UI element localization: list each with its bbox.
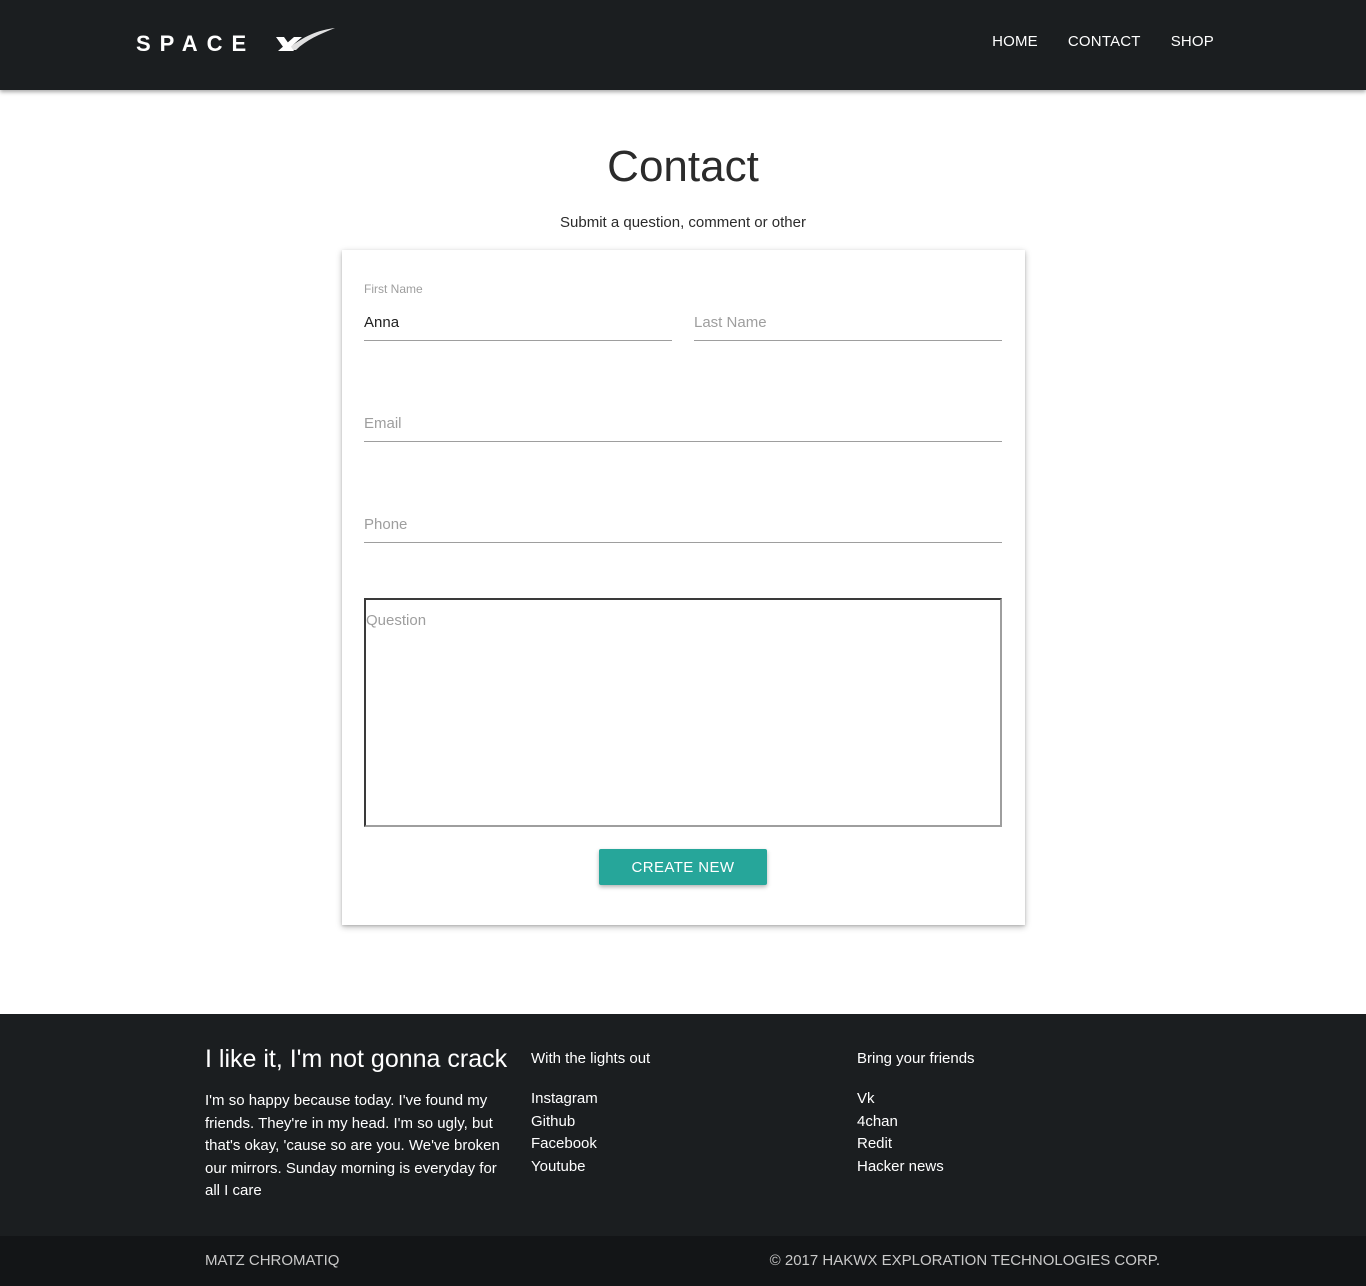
nav-shop[interactable]: SHOP xyxy=(1171,32,1214,52)
page-title: Contact xyxy=(607,142,759,191)
footer-social-links: Instagram Github Facebook Youtube xyxy=(531,1088,831,1178)
footer-copyright: © 2017 HAKWX EXPLORATION TECHNOLOGIES CO… xyxy=(769,1252,1160,1269)
main-nav: HOME CONTACT SHOP xyxy=(992,32,1214,52)
nav-contact[interactable]: CONTACT xyxy=(1068,32,1141,52)
footer-link-hacker-news[interactable]: Hacker news xyxy=(857,1158,944,1175)
spacex-logo[interactable]: SPACE xyxy=(136,26,336,56)
email-field xyxy=(364,383,1002,443)
last-name-input[interactable] xyxy=(694,304,1002,341)
footer-link-github[interactable]: Github xyxy=(531,1113,575,1130)
footer-author: MATZ CHROMATIQ xyxy=(205,1252,340,1269)
footer: I like it, I'm not gonna crack I'm so ha… xyxy=(0,1014,1366,1236)
first-name-input[interactable] xyxy=(364,304,672,341)
footer-link-facebook[interactable]: Facebook xyxy=(531,1135,597,1152)
first-name-field: First Name xyxy=(364,282,672,342)
spacex-logo-icon: SPACE xyxy=(136,28,335,56)
nav-home[interactable]: HOME xyxy=(992,32,1038,52)
footer-link-4chan[interactable]: 4chan xyxy=(857,1113,898,1130)
footer-copyright-bar: MATZ CHROMATIQ © 2017 HAKWX EXPLORATION … xyxy=(0,1236,1366,1286)
last-name-field xyxy=(694,282,1002,342)
footer-friends-heading: Bring your friends xyxy=(857,1050,975,1067)
footer-link-vk[interactable]: Vk xyxy=(857,1090,875,1107)
top-navbar: SPACE HOME CONTACT SHOP xyxy=(0,0,1366,90)
footer-link-instagram[interactable]: Instagram xyxy=(531,1090,598,1107)
question-textarea[interactable] xyxy=(364,598,1002,827)
page-subtitle: Submit a question, comment or other xyxy=(560,214,806,231)
footer-about-heading: I like it, I'm not gonna crack xyxy=(205,1045,508,1073)
question-field xyxy=(364,598,1002,827)
footer-column-about: I like it, I'm not gonna crack I'm so ha… xyxy=(205,1044,510,1203)
footer-column-friends: Bring your friends Vk 4chan Redit Hacker… xyxy=(857,1044,1157,1178)
email-input[interactable] xyxy=(364,405,1002,442)
contact-form-card: First Name CREATE NEW xyxy=(342,250,1025,925)
footer-friends-links: Vk 4chan Redit Hacker news xyxy=(857,1088,1157,1178)
footer-about-text: I'm so happy because today. I've found m… xyxy=(205,1092,500,1199)
svg-text:SPACE: SPACE xyxy=(136,31,255,54)
footer-link-youtube[interactable]: Youtube xyxy=(531,1158,586,1175)
create-new-button[interactable]: CREATE NEW xyxy=(599,849,767,885)
phone-field xyxy=(364,484,1002,544)
footer-link-redit[interactable]: Redit xyxy=(857,1135,892,1152)
footer-column-social: With the lights out Instagram Github Fac… xyxy=(531,1044,831,1178)
phone-input[interactable] xyxy=(364,506,1002,543)
footer-social-heading: With the lights out xyxy=(531,1050,651,1067)
first-name-label: First Name xyxy=(364,282,423,296)
